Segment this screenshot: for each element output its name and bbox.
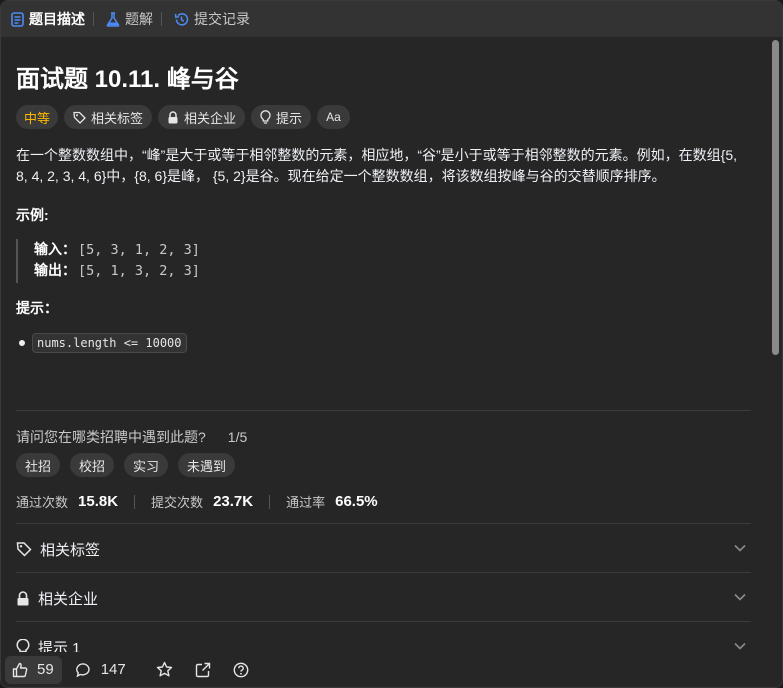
description-line: 8, 4, 2, 3, 4, 6}中，{8, 6}是峰， {5, 2}是谷。现在… [16,168,666,184]
divider [16,410,751,411]
description-line: 在一个整数数组中，“峰”是大于或等于相邻整数的元素，相应地，“谷”是小于或等于相… [16,147,737,163]
scrollbar[interactable] [771,37,782,652]
share-button[interactable] [195,662,211,678]
chevron-down-icon [734,642,746,650]
tab-divider [161,12,162,26]
tab-submissions[interactable]: 提交记录 [164,1,256,37]
problem-panel: 题目描述 题解 提交记录 面试题 10.11. 峰与谷 中等 相关标签 相关企业 [0,0,783,688]
accepted-label: 通过次数 [16,495,69,510]
tag-icon [73,111,86,124]
chevron-down-icon [734,544,746,552]
acceptance-rate-label: 通过率 [286,495,326,510]
divider [16,621,751,622]
related-companies-button[interactable]: 相关企业 [158,105,246,129]
survey-page-indicator: 1/5 [227,429,248,445]
favorite-button[interactable] [156,661,173,678]
hints-heading: 提示： [16,300,58,316]
survey-question-text: 请问您在哪类招聘中遇到此题? [16,429,206,445]
survey-option-social[interactable]: 社招 [16,453,61,477]
survey-option-never[interactable]: 未遇到 [178,453,236,477]
example-input: 输入： [5, 3, 1, 2, 3] [34,239,200,260]
submissions-value: 23.7K [213,493,254,510]
accepted-value: 15.8K [78,493,119,510]
stats-divider [134,494,136,509]
difficulty-badge[interactable]: 中等 [16,105,59,129]
acceptance-rate-value: 66.5% [335,493,378,510]
tab-description[interactable]: 题目描述 [1,1,91,37]
hint-1-section[interactable]: 提示 1 [16,623,751,652]
constraint-item: nums.length <= 10000 [19,333,187,353]
divider [16,572,751,573]
input-value: [5, 3, 1, 2, 3] [78,242,200,258]
star-icon [156,661,172,677]
tag-icon [16,542,32,557]
tab-submissions-label: 提交记录 [194,11,250,27]
comments-button[interactable]: 147 [75,661,126,678]
survey-option-intern[interactable]: 实习 [124,453,169,477]
hint-1-section-label: 提示 1 [38,639,81,653]
tab-solutions[interactable]: 题解 [96,1,159,37]
divider [16,523,751,524]
tab-bar: 题目描述 题解 提交记录 [1,1,782,37]
related-tags-label: 相关标签 [91,110,144,126]
example-heading: 示例: [16,207,49,223]
submissions-label: 提交次数 [151,495,204,510]
output-label: 输出： [34,262,76,278]
problem-title: 面试题 10.11. 峰与谷 [16,66,239,93]
lock-icon [17,590,29,605]
scrollbar-thumb[interactable] [772,40,779,355]
chevron-down-icon [734,593,746,601]
comment-icon [75,662,90,677]
tab-description-label: 题目描述 [29,11,85,27]
example-block: 输入： [5, 3, 1, 2, 3] 输出： [5, 1, 3, 2, 3] [16,239,200,283]
question-circle-icon [233,662,249,677]
survey-options: 社招 校招 实习 未遇到 [16,453,236,477]
constraint-code: nums.length <= 10000 [32,333,187,353]
translate-icon: Aa [326,110,341,124]
lightbulb-icon [260,110,271,124]
survey-option-campus[interactable]: 校招 [70,453,115,477]
related-tags-section[interactable]: 相关标签 [16,525,751,573]
thumbs-up-icon [12,662,28,677]
tag-row: 中等 相关标签 相关企业 提示 Aa [16,105,350,129]
help-button[interactable] [233,662,249,678]
tab-solutions-label: 题解 [125,11,153,27]
lock-icon [168,110,178,123]
related-companies-section-label: 相关企业 [38,590,99,608]
example-output: 输出： [5, 1, 3, 2, 3] [34,260,200,281]
survey-question: 请问您在哪类招聘中遇到此题? 1/5 [16,427,247,447]
external-link-icon [195,662,210,677]
input-label: 输入： [34,241,76,257]
bullet [19,340,25,346]
related-companies-section[interactable]: 相关企业 [16,574,751,622]
tab-divider [93,12,94,26]
problem-content: 面试题 10.11. 峰与谷 中等 相关标签 相关企业 提示 Aa 在一个整数数… [1,37,769,652]
history-icon [174,12,189,26]
stats-divider [269,494,271,509]
output-value: [5, 1, 3, 2, 3] [78,263,200,279]
related-companies-label: 相关企业 [184,110,237,126]
related-tags-section-label: 相关标签 [40,541,101,559]
translate-button[interactable]: Aa [317,105,350,129]
lightbulb-icon [16,639,30,652]
comment-count: 147 [100,661,126,678]
like-count: 59 [37,661,54,678]
like-button[interactable]: 59 [5,655,62,684]
hints-button[interactable]: 提示 [251,105,312,129]
bottom-toolbar: 59 147 [1,652,782,687]
flask-icon [106,11,120,27]
document-icon [11,11,24,27]
hints-label: 提示 [276,110,303,126]
related-tags-button[interactable]: 相关标签 [64,105,153,129]
problem-description: 在一个整数数组中，“峰”是大于或等于相邻整数的元素，相应地，“谷”是小于或等于相… [16,145,756,187]
stats-row: 通过次数 15.8K 提交次数 23.7K 通过率 66.5% [16,492,378,511]
